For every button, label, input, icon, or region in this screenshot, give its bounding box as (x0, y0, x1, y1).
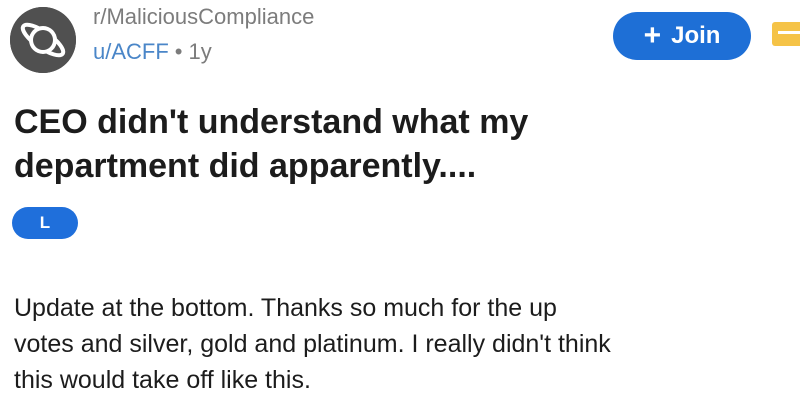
post-flair[interactable]: L (12, 207, 78, 239)
post-body: Update at the bottom. Thanks so much for… (14, 290, 794, 398)
post-body-line: votes and silver, gold and platinum. I r… (14, 330, 611, 358)
menu-icon[interactable] (772, 22, 800, 46)
post-view: r/MaliciousCompliance u/ACFF • 1y + Join C… (0, 0, 800, 420)
subreddit-name[interactable]: r/MaliciousCompliance (93, 4, 314, 30)
post-title[interactable]: CEO didn't understand what my department… (14, 100, 714, 188)
post-age: 1y (188, 39, 212, 64)
post-title-line: department did apparently.... (14, 147, 477, 185)
post-body-line: this would take off like this. (14, 366, 311, 394)
post-body-line: Update at the bottom. Thanks so much for… (14, 294, 557, 322)
subreddit-avatar[interactable] (10, 7, 76, 73)
planet-icon (10, 7, 76, 73)
author-link[interactable]: u/ACFF (93, 39, 169, 64)
post-title-line: CEO didn't understand what my (14, 103, 529, 141)
plus-icon: + (643, 19, 662, 52)
join-button[interactable]: + Join (613, 12, 751, 60)
join-label: Join (671, 22, 721, 49)
post-meta: u/ACFF • 1y (93, 39, 212, 65)
meta-separator: • (174, 39, 183, 64)
